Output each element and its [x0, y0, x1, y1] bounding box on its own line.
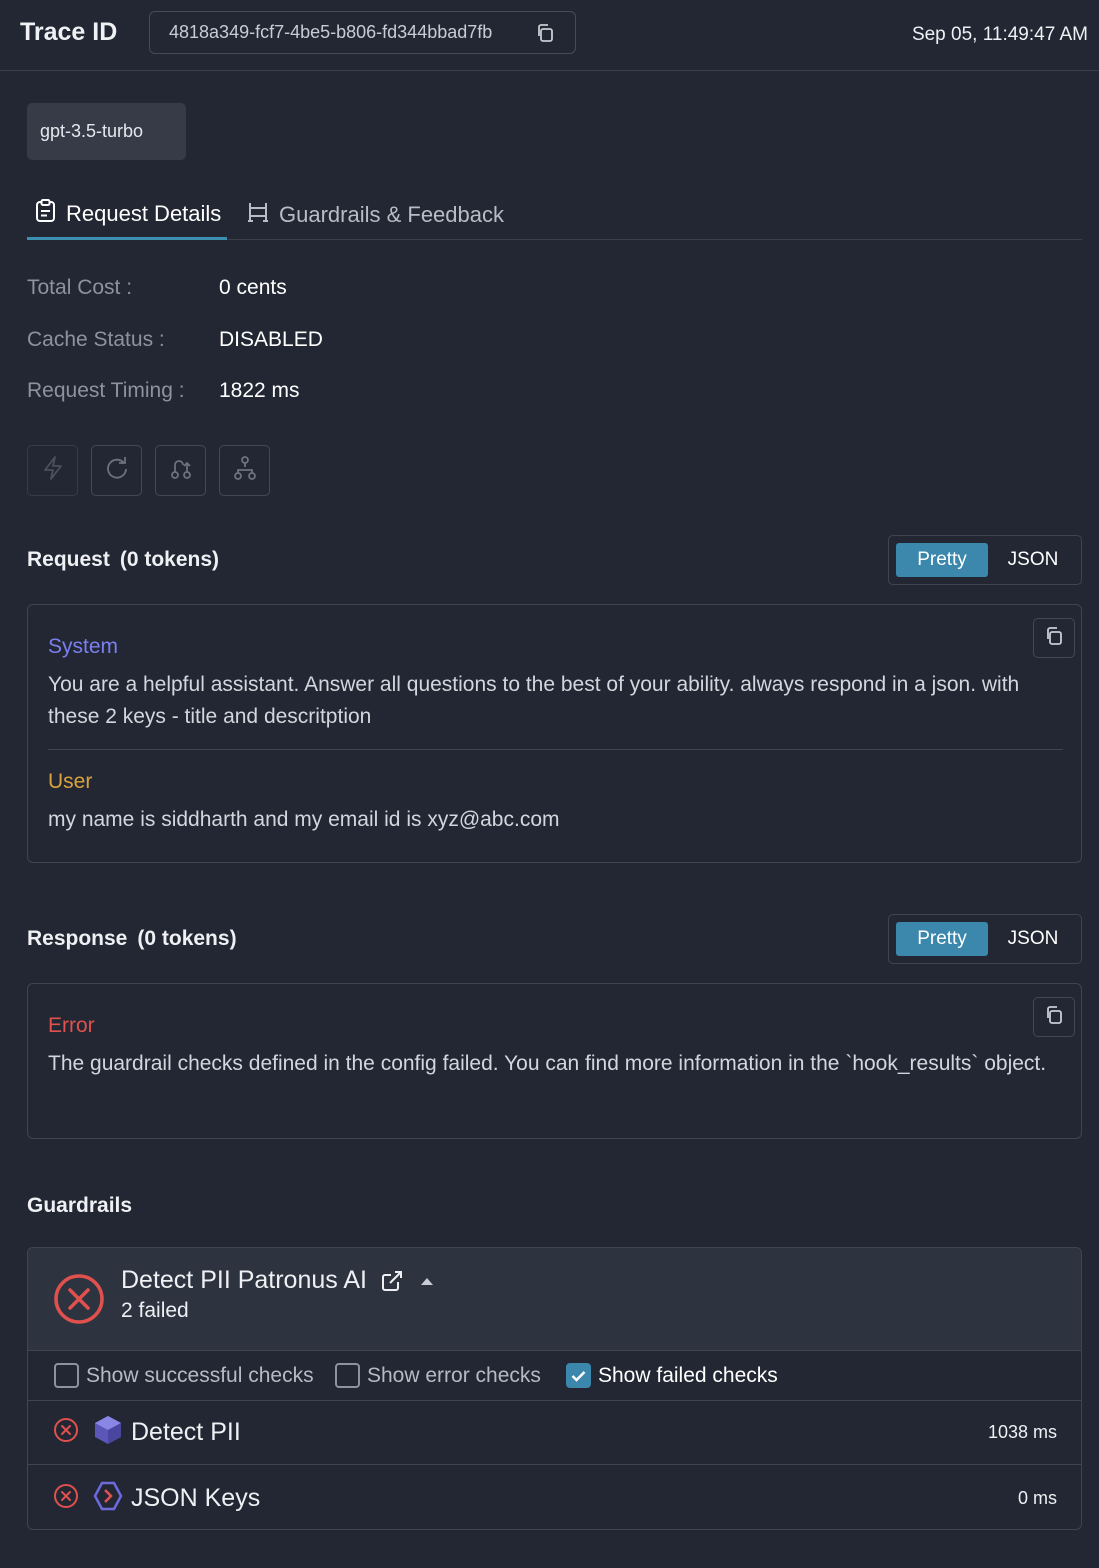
tab-guardrails-feedback[interactable]: Guardrails & Feedback	[247, 190, 504, 240]
guardrail-group-name: Detect PII Patronus AI	[121, 1266, 434, 1295]
fallback-icon	[168, 455, 194, 486]
lightning-icon	[40, 455, 66, 486]
request-panel: System You are a helpful assistant. Answ…	[27, 604, 1082, 863]
message-divider	[48, 749, 1063, 750]
request-json-button[interactable]: JSON	[993, 543, 1073, 577]
checkbox-failed[interactable]	[566, 1363, 591, 1388]
cache-status-label: Cache Status :	[27, 328, 165, 351]
guardrails-title: Guardrails	[27, 1194, 133, 1217]
guardrail-group: Detect PII Patronus AI 2 failed Show suc…	[27, 1247, 1082, 1530]
top-bar: Trace ID 4818a349-fcf7-4be5-b806-fd344bb…	[0, 0, 1099, 71]
check-name: Detect PII	[131, 1418, 241, 1446]
response-json-button[interactable]: JSON	[993, 922, 1073, 956]
check-time: 0 ms	[1017, 1487, 1057, 1508]
checkmark-icon	[571, 1370, 586, 1382]
total-cost-value: 0 cents	[219, 276, 287, 299]
lightning-button[interactable]	[27, 445, 78, 496]
response-view-toggle: Pretty JSON	[888, 914, 1082, 964]
retry-button[interactable]	[91, 445, 142, 496]
request-copy-button[interactable]	[1033, 618, 1075, 658]
guardrail-icon	[247, 201, 279, 229]
request-pretty-button[interactable]: Pretty	[896, 543, 988, 577]
check-row-json-keys[interactable]: JSON Keys 0 ms	[28, 1466, 1081, 1529]
filter-successful-checks[interactable]: Show successful checks	[54, 1363, 314, 1388]
system-role-label: System	[48, 635, 119, 658]
check-filters: Show successful checks Show error checks…	[28, 1351, 1081, 1401]
guardrail-group-header[interactable]: Detect PII Patronus AI 2 failed	[28, 1248, 1081, 1351]
response-tokens: (0 tokens)	[137, 927, 237, 950]
external-link-icon[interactable]	[380, 1269, 404, 1293]
patronus-cube-icon	[92, 1414, 124, 1451]
response-title-text: Response	[27, 927, 128, 950]
error-message: The guardrail checks defined in the conf…	[48, 1052, 1047, 1075]
system-message: You are a helpful assistant. Answer all …	[48, 673, 1020, 728]
filter-failed-checks[interactable]: Show failed checks	[566, 1363, 778, 1388]
request-title: Request (0 tokens)	[27, 548, 219, 572]
guardrail-group-name-text: Detect PII Patronus AI	[121, 1266, 367, 1294]
error-label: Error	[48, 1014, 95, 1037]
retry-icon	[104, 455, 130, 486]
guardrail-group-status: 2 failed	[121, 1299, 189, 1322]
fallback-button[interactable]	[155, 445, 206, 496]
tab-guardrails-feedback-label: Guardrails & Feedback	[279, 202, 504, 227]
loadbalance-icon	[232, 455, 258, 486]
timestamp: Sep 05, 11:49:47 AM	[911, 24, 1088, 45]
copy-icon	[1044, 626, 1064, 651]
caret-up-icon[interactable]	[420, 1276, 434, 1286]
check-time: 1038 ms	[987, 1422, 1057, 1442]
request-view-toggle: Pretty JSON	[888, 535, 1082, 585]
trace-id-field[interactable]: 4818a349-fcf7-4be5-b806-fd344bbad7fb	[149, 11, 576, 54]
trace-id-value: 4818a349-fcf7-4be5-b806-fd344bbad7fb	[169, 22, 493, 42]
model-chip: gpt-3.5-turbo	[27, 103, 186, 160]
request-title-text: Request	[27, 548, 110, 571]
filter-error-label: Show error checks	[367, 1363, 541, 1387]
failed-small-icon	[53, 1483, 79, 1514]
tab-request-details[interactable]: Request Details	[27, 190, 227, 240]
copy-icon[interactable]	[535, 23, 555, 48]
check-row-detect-pii[interactable]: Detect PII 1038 ms	[28, 1401, 1081, 1465]
tab-bar: Request Details Guardrails & Feedback	[27, 190, 1082, 240]
clipboard-icon	[35, 199, 66, 228]
filter-error-checks[interactable]: Show error checks	[335, 1363, 541, 1388]
request-tokens: (0 tokens)	[119, 548, 220, 571]
checkbox-error[interactable]	[335, 1363, 360, 1388]
request-timing-value: 1822 ms	[219, 379, 300, 402]
trace-id-label: Trace ID	[20, 18, 118, 46]
user-message: my name is siddharth and my email id is …	[48, 808, 560, 831]
check-name: JSON Keys	[131, 1483, 261, 1512]
checkbox-successful[interactable]	[54, 1363, 79, 1388]
response-pretty-button[interactable]: Pretty	[896, 922, 988, 956]
json-keys-icon	[92, 1480, 124, 1517]
user-role-label: User	[48, 770, 93, 793]
failed-small-icon	[53, 1417, 79, 1448]
total-cost-label: Total Cost :	[27, 276, 133, 299]
request-timing-label: Request Timing :	[27, 379, 185, 402]
copy-icon	[1044, 1005, 1064, 1030]
loadbalance-button[interactable]	[219, 445, 270, 496]
failed-circle-icon	[53, 1273, 105, 1330]
cache-status-value: DISABLED	[219, 328, 323, 351]
filter-successful-label: Show successful checks	[86, 1363, 314, 1387]
response-title: Response (0 tokens)	[27, 927, 237, 951]
response-copy-button[interactable]	[1033, 997, 1075, 1037]
response-panel: Error The guardrail checks defined in th…	[27, 983, 1082, 1139]
filter-failed-label: Show failed checks	[598, 1363, 778, 1387]
tab-request-details-label: Request Details	[66, 200, 222, 226]
